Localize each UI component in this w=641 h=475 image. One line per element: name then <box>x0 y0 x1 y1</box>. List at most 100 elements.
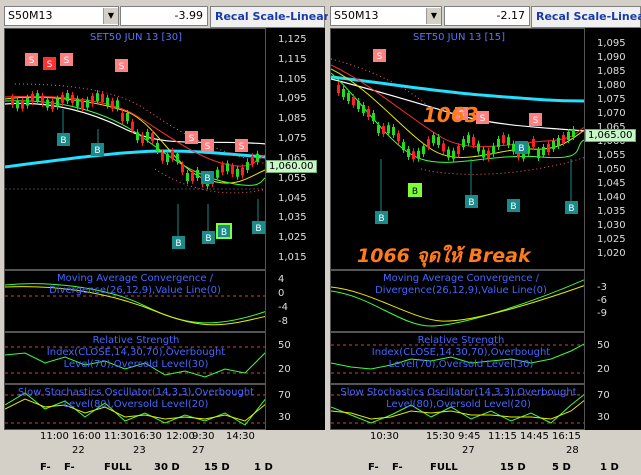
range-5d-button[interactable]: 5 D <box>552 462 571 473</box>
right-recal-scale-button[interactable]: Recal Scale-Linear <box>531 6 641 28</box>
right-symbol-select[interactable]: S50M13 ▼ <box>330 6 442 26</box>
axis-tick-label: 30 <box>278 412 291 423</box>
time-label: 11:15 <box>488 431 517 442</box>
svg-text:S: S <box>47 60 53 70</box>
svg-text:S: S <box>29 56 35 66</box>
right-rsi-panel[interactable]: Relative Strength Index(CLOSE,14,30,70),… <box>330 332 585 384</box>
candle <box>121 113 124 122</box>
right-toolbar: S50M13 ▼ -2.17 Recal Scale-Linear <box>328 6 641 28</box>
right-signals: S S S S B B B B B B <box>373 49 578 224</box>
axis-tick-label: 20 <box>278 364 291 375</box>
candle <box>337 85 340 93</box>
axis-tick-label: 1,090 <box>597 52 626 63</box>
candle <box>477 143 480 152</box>
left-chart-title: SET50 JUN 13 [30] <box>90 32 183 43</box>
axis-tick-label: 1,085 <box>278 113 307 125</box>
candle <box>537 150 540 158</box>
right-change-value: -2.17 <box>444 6 530 26</box>
zoom-out-button[interactable]: F- <box>64 462 75 473</box>
zoom-out-button[interactable]: F- <box>368 462 379 473</box>
candle <box>21 100 24 109</box>
left-toolbar: S50M13 ▼ -3.99 Recal Scale-Linear <box>0 6 329 28</box>
chevron-down-icon[interactable]: ▼ <box>426 8 441 24</box>
svg-text:B: B <box>412 187 418 197</box>
svg-text:B: B <box>255 224 261 234</box>
range-1d-button[interactable]: 1 D <box>600 462 619 473</box>
svg-text:S: S <box>119 62 125 72</box>
axis-tick-label: 1,095 <box>597 38 626 49</box>
svg-text:S: S <box>205 142 211 152</box>
left-stoch-panel[interactable]: Slow Stochastics Oscillator(14,3,3),Over… <box>4 384 266 430</box>
candle <box>31 93 34 102</box>
right-stoch-panel[interactable]: Slow Stochastics Oscillator(14,3,3),Over… <box>330 384 585 430</box>
svg-text:S: S <box>64 56 70 66</box>
right-macd-axis: -3 -6 -9 <box>585 270 641 332</box>
candle <box>86 99 89 108</box>
candle <box>447 149 450 158</box>
zoom-out-button[interactable]: F- <box>40 462 51 473</box>
candle <box>452 150 455 159</box>
candle <box>352 97 355 105</box>
svg-text:B: B <box>221 228 227 238</box>
time-label: 14:30 <box>226 431 255 442</box>
candle <box>11 97 14 105</box>
candle <box>61 94 64 103</box>
candle <box>151 133 154 142</box>
axis-tick-label: 1,070 <box>597 108 626 119</box>
svg-text:B: B <box>510 202 516 212</box>
candle <box>141 135 144 144</box>
candle <box>487 150 490 159</box>
left-rsi-panel[interactable]: Relative Strength Index(CLOSE,14,30,70),… <box>4 332 266 384</box>
candle <box>106 97 109 106</box>
candle <box>572 129 575 137</box>
candle <box>161 152 164 161</box>
range-15d-button[interactable]: 15 D <box>204 462 230 473</box>
candle <box>221 164 224 173</box>
axis-tick-label: -3 <box>597 282 607 293</box>
candle <box>111 100 114 109</box>
candle <box>176 153 179 162</box>
candle <box>407 148 410 157</box>
range-15d-button[interactable]: 15 D <box>500 462 526 473</box>
axis-tick-label: 70 <box>597 390 610 401</box>
left-recal-scale-button[interactable]: Recal Scale-Linear <box>210 6 329 28</box>
left-time-axis: 11:00 16:00 11:30 16:30 12:00 9:30 14:30… <box>4 430 266 460</box>
candle <box>216 169 219 178</box>
candle <box>402 142 405 151</box>
candle <box>472 137 475 146</box>
range-1d-button[interactable]: 1 D <box>254 462 273 473</box>
right-macd-panel[interactable]: Moving Average Convergence / Divergence(… <box>330 270 585 332</box>
chevron-down-icon[interactable]: ▼ <box>103 8 118 24</box>
left-symbol-select[interactable]: S50M13 ▼ <box>4 6 119 26</box>
candle <box>382 126 385 135</box>
candle <box>397 133 400 142</box>
time-label: 11:30 <box>104 431 133 442</box>
range-full-button[interactable]: FULL <box>104 462 132 473</box>
candle <box>492 145 495 154</box>
candle <box>66 93 69 102</box>
candle <box>427 139 430 148</box>
left-macd-panel[interactable]: Moving Average Convergence / Divergence(… <box>4 270 266 332</box>
range-full-button[interactable]: FULL <box>430 462 458 473</box>
svg-text:S: S <box>189 134 195 144</box>
range-30d-button[interactable]: 30 D <box>154 462 180 473</box>
right-price-chart[interactable]: S S S S B B B B B B SET50 JUN 13 [15] 10… <box>330 28 585 270</box>
candle <box>502 135 505 144</box>
axis-tick-label: -8 <box>278 316 288 327</box>
zoom-out-button[interactable]: F- <box>392 462 403 473</box>
svg-text:B: B <box>175 239 181 249</box>
candle <box>166 154 169 163</box>
axis-tick-label: 50 <box>597 340 610 351</box>
candle <box>417 150 420 159</box>
date-label: 23 <box>133 445 146 456</box>
time-label: 16:30 <box>133 431 162 442</box>
candle <box>482 149 485 158</box>
candle <box>367 109 370 117</box>
candle <box>186 172 189 181</box>
left-last-price-tag: 1,060.00 <box>266 160 317 173</box>
left-price-chart[interactable]: S S S S S S S B B B B B B B SET50 JUN 13… <box>4 28 266 270</box>
candle <box>76 98 79 107</box>
axis-tick-label: 1,095 <box>278 93 307 105</box>
svg-text:S: S <box>239 142 245 152</box>
time-label: 14:45 <box>520 431 549 442</box>
